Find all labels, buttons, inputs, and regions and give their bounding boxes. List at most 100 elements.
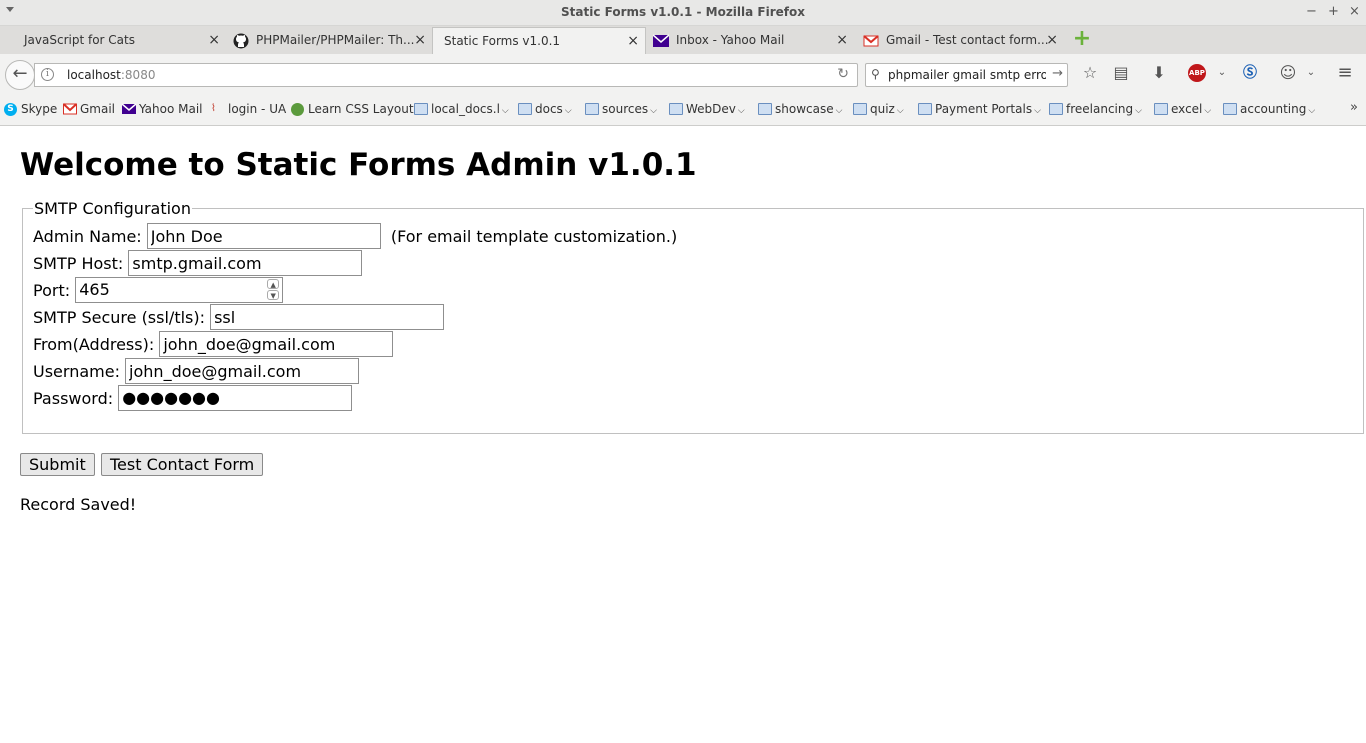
password-row: Password: ●●●●●●● bbox=[33, 385, 353, 411]
tab-gmail[interactable]: Gmail - Test contact form... × bbox=[856, 27, 1064, 54]
chevron-down-icon: ⌵ bbox=[501, 106, 509, 116]
more-bookmarks-icon[interactable]: » bbox=[1350, 100, 1358, 115]
bookmark-folder-excel[interactable]: excel ⌵ bbox=[1154, 102, 1211, 116]
bookmark-star-icon[interactable]: ☆ bbox=[1079, 62, 1101, 84]
chevron-down-icon: ⌵ bbox=[835, 106, 843, 116]
window-titlebar: Static Forms v1.0.1 - Mozilla Firefox − … bbox=[0, 0, 1366, 26]
url-host: localhost bbox=[67, 68, 121, 82]
close-window-button[interactable]: × bbox=[1349, 4, 1360, 19]
hamburger-menu-icon[interactable]: ≡ bbox=[1334, 62, 1356, 84]
chevron-down-icon: ⌵ bbox=[564, 106, 572, 116]
tab-label: Gmail - Test contact form... bbox=[886, 33, 1049, 47]
folder-icon bbox=[853, 103, 867, 115]
bookmark-folder-accounting[interactable]: accounting ⌵ bbox=[1223, 102, 1315, 116]
gmail-icon bbox=[63, 103, 77, 115]
page-content: Welcome to Static Forms Admin v1.0.1 SMT… bbox=[0, 127, 1366, 743]
url-port: :8080 bbox=[120, 68, 156, 82]
github-icon bbox=[233, 33, 249, 49]
folder-icon bbox=[1223, 103, 1237, 115]
yahoo-mail-icon bbox=[653, 34, 669, 47]
username-row: Username: bbox=[33, 358, 360, 384]
from-address-row: From(Address): bbox=[33, 331, 394, 357]
folder-icon bbox=[1049, 103, 1063, 115]
admin-name-label: Admin Name: bbox=[33, 226, 142, 246]
port-input[interactable]: 465 ▲ ▼ bbox=[75, 277, 284, 303]
minimize-button[interactable]: − bbox=[1306, 4, 1317, 19]
tab-javascript-for-cats[interactable]: JavaScript for Cats × bbox=[0, 27, 226, 54]
s-extension-icon[interactable]: Ⓢ bbox=[1239, 62, 1261, 84]
adblock-plus-icon[interactable]: ABP bbox=[1188, 64, 1206, 82]
search-bar[interactable]: ⚲ → bbox=[865, 63, 1068, 87]
bookmark-folder-freelancing[interactable]: freelancing ⌵ bbox=[1049, 102, 1142, 116]
password-input[interactable]: ●●●●●●● bbox=[118, 385, 353, 411]
new-tab-icon[interactable]: + bbox=[1072, 28, 1092, 50]
url-bar[interactable]: i localhost:8080 ↻ bbox=[34, 63, 858, 87]
port-label: Port: bbox=[33, 280, 71, 300]
tab-strip: JavaScript for Cats × PHPMailer/PHPMaile… bbox=[0, 26, 1366, 54]
bookmark-folder-docs[interactable]: docs ⌵ bbox=[518, 102, 572, 116]
search-input[interactable] bbox=[888, 66, 1046, 84]
bookmark-folder-local-docs[interactable]: local_docs.l ⌵ bbox=[414, 102, 509, 116]
bookmarks-toolbar: S Skype Gmail Yahoo Mail ⌇ login - UA Le… bbox=[0, 94, 1366, 126]
admin-name-row: Admin Name: (For email template customiz… bbox=[33, 223, 677, 249]
admin-name-input[interactable] bbox=[146, 223, 381, 249]
bookmark-yahoo-mail[interactable]: Yahoo Mail bbox=[122, 102, 203, 116]
bookmark-folder-sources[interactable]: sources ⌵ bbox=[585, 102, 657, 116]
bookmark-folder-payment-portals[interactable]: Payment Portals ⌵ bbox=[918, 102, 1041, 116]
bookmark-skype[interactable]: S Skype bbox=[4, 102, 57, 116]
window-title: Static Forms v1.0.1 - Mozilla Firefox bbox=[561, 5, 805, 19]
downloads-icon[interactable]: ⬇ bbox=[1148, 62, 1170, 84]
chevron-down-icon: ⌵ bbox=[1034, 106, 1041, 116]
submit-button[interactable]: Submit bbox=[20, 453, 95, 476]
bookmark-learn-css-layout[interactable]: Learn CSS Layout bbox=[291, 102, 414, 116]
chevron-down-icon[interactable]: ⌄ bbox=[1211, 62, 1233, 84]
bookmark-folder-quiz[interactable]: quiz ⌵ bbox=[853, 102, 904, 116]
tab-static-forms[interactable]: Static Forms v1.0.1 × bbox=[432, 27, 646, 54]
reading-list-icon[interactable]: ▤ bbox=[1110, 62, 1132, 84]
folder-icon bbox=[518, 103, 532, 115]
port-stepper[interactable]: ▲ ▼ bbox=[267, 279, 280, 301]
tab-yahoo-mail[interactable]: Inbox - Yahoo Mail × bbox=[646, 27, 854, 54]
site-info-icon[interactable]: i bbox=[41, 68, 54, 81]
bookmark-folder-webdev[interactable]: WebDev ⌵ bbox=[669, 102, 745, 116]
back-button[interactable]: ← bbox=[5, 60, 35, 90]
tab-phpmailer[interactable]: PHPMailer/PHPMailer: Th... × bbox=[226, 27, 432, 54]
folder-icon bbox=[918, 103, 932, 115]
folder-icon bbox=[669, 103, 683, 115]
chevron-down-icon[interactable]: ⌄ bbox=[1300, 62, 1322, 84]
folder-icon bbox=[414, 103, 428, 115]
smtp-host-label: SMTP Host: bbox=[33, 253, 124, 273]
stepper-up-icon[interactable]: ▲ bbox=[267, 279, 280, 289]
skype-icon: S bbox=[4, 103, 17, 116]
bookmark-folder-showcase[interactable]: showcase ⌵ bbox=[758, 102, 842, 116]
bookmark-gmail[interactable]: Gmail bbox=[63, 102, 115, 116]
test-contact-form-button[interactable]: Test Contact Form bbox=[101, 453, 264, 476]
chevron-down-icon: ⌵ bbox=[1135, 106, 1142, 116]
fieldset-legend: SMTP Configuration bbox=[33, 199, 192, 218]
smtp-configuration-fieldset: SMTP Configuration Admin Name: (For emai… bbox=[22, 199, 1364, 434]
close-icon[interactable]: × bbox=[836, 27, 848, 53]
close-icon[interactable]: × bbox=[414, 27, 426, 53]
search-icon: ⚲ bbox=[871, 67, 880, 81]
tab-label: PHPMailer/PHPMailer: Th... bbox=[256, 33, 415, 47]
username-input[interactable] bbox=[125, 358, 360, 384]
stepper-down-icon[interactable]: ▼ bbox=[267, 290, 280, 300]
port-row: Port: 465 ▲ ▼ bbox=[33, 277, 284, 303]
close-icon[interactable]: × bbox=[627, 28, 639, 54]
smtp-host-input[interactable] bbox=[128, 250, 363, 276]
css-icon bbox=[291, 103, 304, 116]
smtp-secure-input[interactable] bbox=[210, 304, 445, 330]
bookmark-login-ua[interactable]: ⌇ login - UA bbox=[211, 102, 286, 116]
page-title: Welcome to Static Forms Admin v1.0.1 bbox=[20, 147, 697, 183]
chevron-down-icon: ⌵ bbox=[650, 106, 657, 116]
from-address-input[interactable] bbox=[159, 331, 394, 357]
close-icon[interactable]: × bbox=[1046, 27, 1058, 53]
reload-icon[interactable]: ↻ bbox=[837, 66, 849, 82]
chevron-down-icon: ⌵ bbox=[1204, 106, 1212, 116]
admin-name-hint: (For email template customization.) bbox=[390, 226, 678, 246]
username-label: Username: bbox=[33, 361, 120, 381]
face-extension-icon[interactable]: ☺ bbox=[1277, 62, 1299, 84]
search-go-icon[interactable]: → bbox=[1052, 66, 1063, 81]
close-icon[interactable]: × bbox=[208, 27, 220, 53]
maximize-button[interactable]: + bbox=[1328, 4, 1339, 19]
